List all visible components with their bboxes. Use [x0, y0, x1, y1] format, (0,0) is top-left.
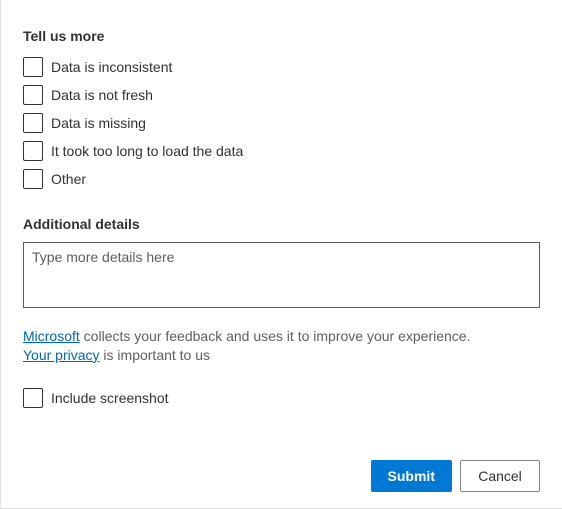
- additional-details-input[interactable]: [23, 242, 540, 308]
- checkbox-icon[interactable]: [23, 113, 43, 133]
- checkbox-icon[interactable]: [23, 141, 43, 161]
- include-screenshot-row[interactable]: Include screenshot: [23, 385, 540, 411]
- checkbox-icon[interactable]: [23, 85, 43, 105]
- checkbox-icon[interactable]: [23, 57, 43, 77]
- checkbox-icon[interactable]: [23, 388, 43, 408]
- disclaimer-text: Microsoft collects your feedback and use…: [23, 327, 540, 365]
- checkbox-row-missing[interactable]: Data is missing: [23, 110, 540, 136]
- checkbox-label: Data is inconsistent: [51, 59, 172, 75]
- feedback-panel: Tell us more Data is inconsistent Data i…: [1, 0, 562, 427]
- additional-details-title: Additional details: [23, 216, 540, 232]
- disclaimer-part2: is important to us: [100, 347, 211, 363]
- checkbox-row-too-long[interactable]: It took too long to load the data: [23, 138, 540, 164]
- checkbox-row-other[interactable]: Other: [23, 166, 540, 192]
- privacy-link[interactable]: Your privacy: [23, 347, 100, 363]
- checkbox-label: Data is missing: [51, 115, 146, 131]
- dialog-footer: Submit Cancel: [371, 460, 540, 492]
- disclaimer-part1: collects your feedback and uses it to im…: [80, 328, 471, 344]
- cancel-button[interactable]: Cancel: [460, 460, 540, 492]
- submit-button[interactable]: Submit: [371, 460, 452, 492]
- checkbox-label: Other: [51, 171, 86, 187]
- checkbox-row-inconsistent[interactable]: Data is inconsistent: [23, 54, 540, 80]
- tell-us-more-title: Tell us more: [23, 28, 540, 44]
- microsoft-link[interactable]: Microsoft: [23, 328, 80, 344]
- checkbox-label: Data is not fresh: [51, 87, 153, 103]
- checkbox-icon[interactable]: [23, 169, 43, 189]
- include-screenshot-label: Include screenshot: [51, 390, 169, 406]
- checkbox-row-not-fresh[interactable]: Data is not fresh: [23, 82, 540, 108]
- checkbox-label: It took too long to load the data: [51, 143, 243, 159]
